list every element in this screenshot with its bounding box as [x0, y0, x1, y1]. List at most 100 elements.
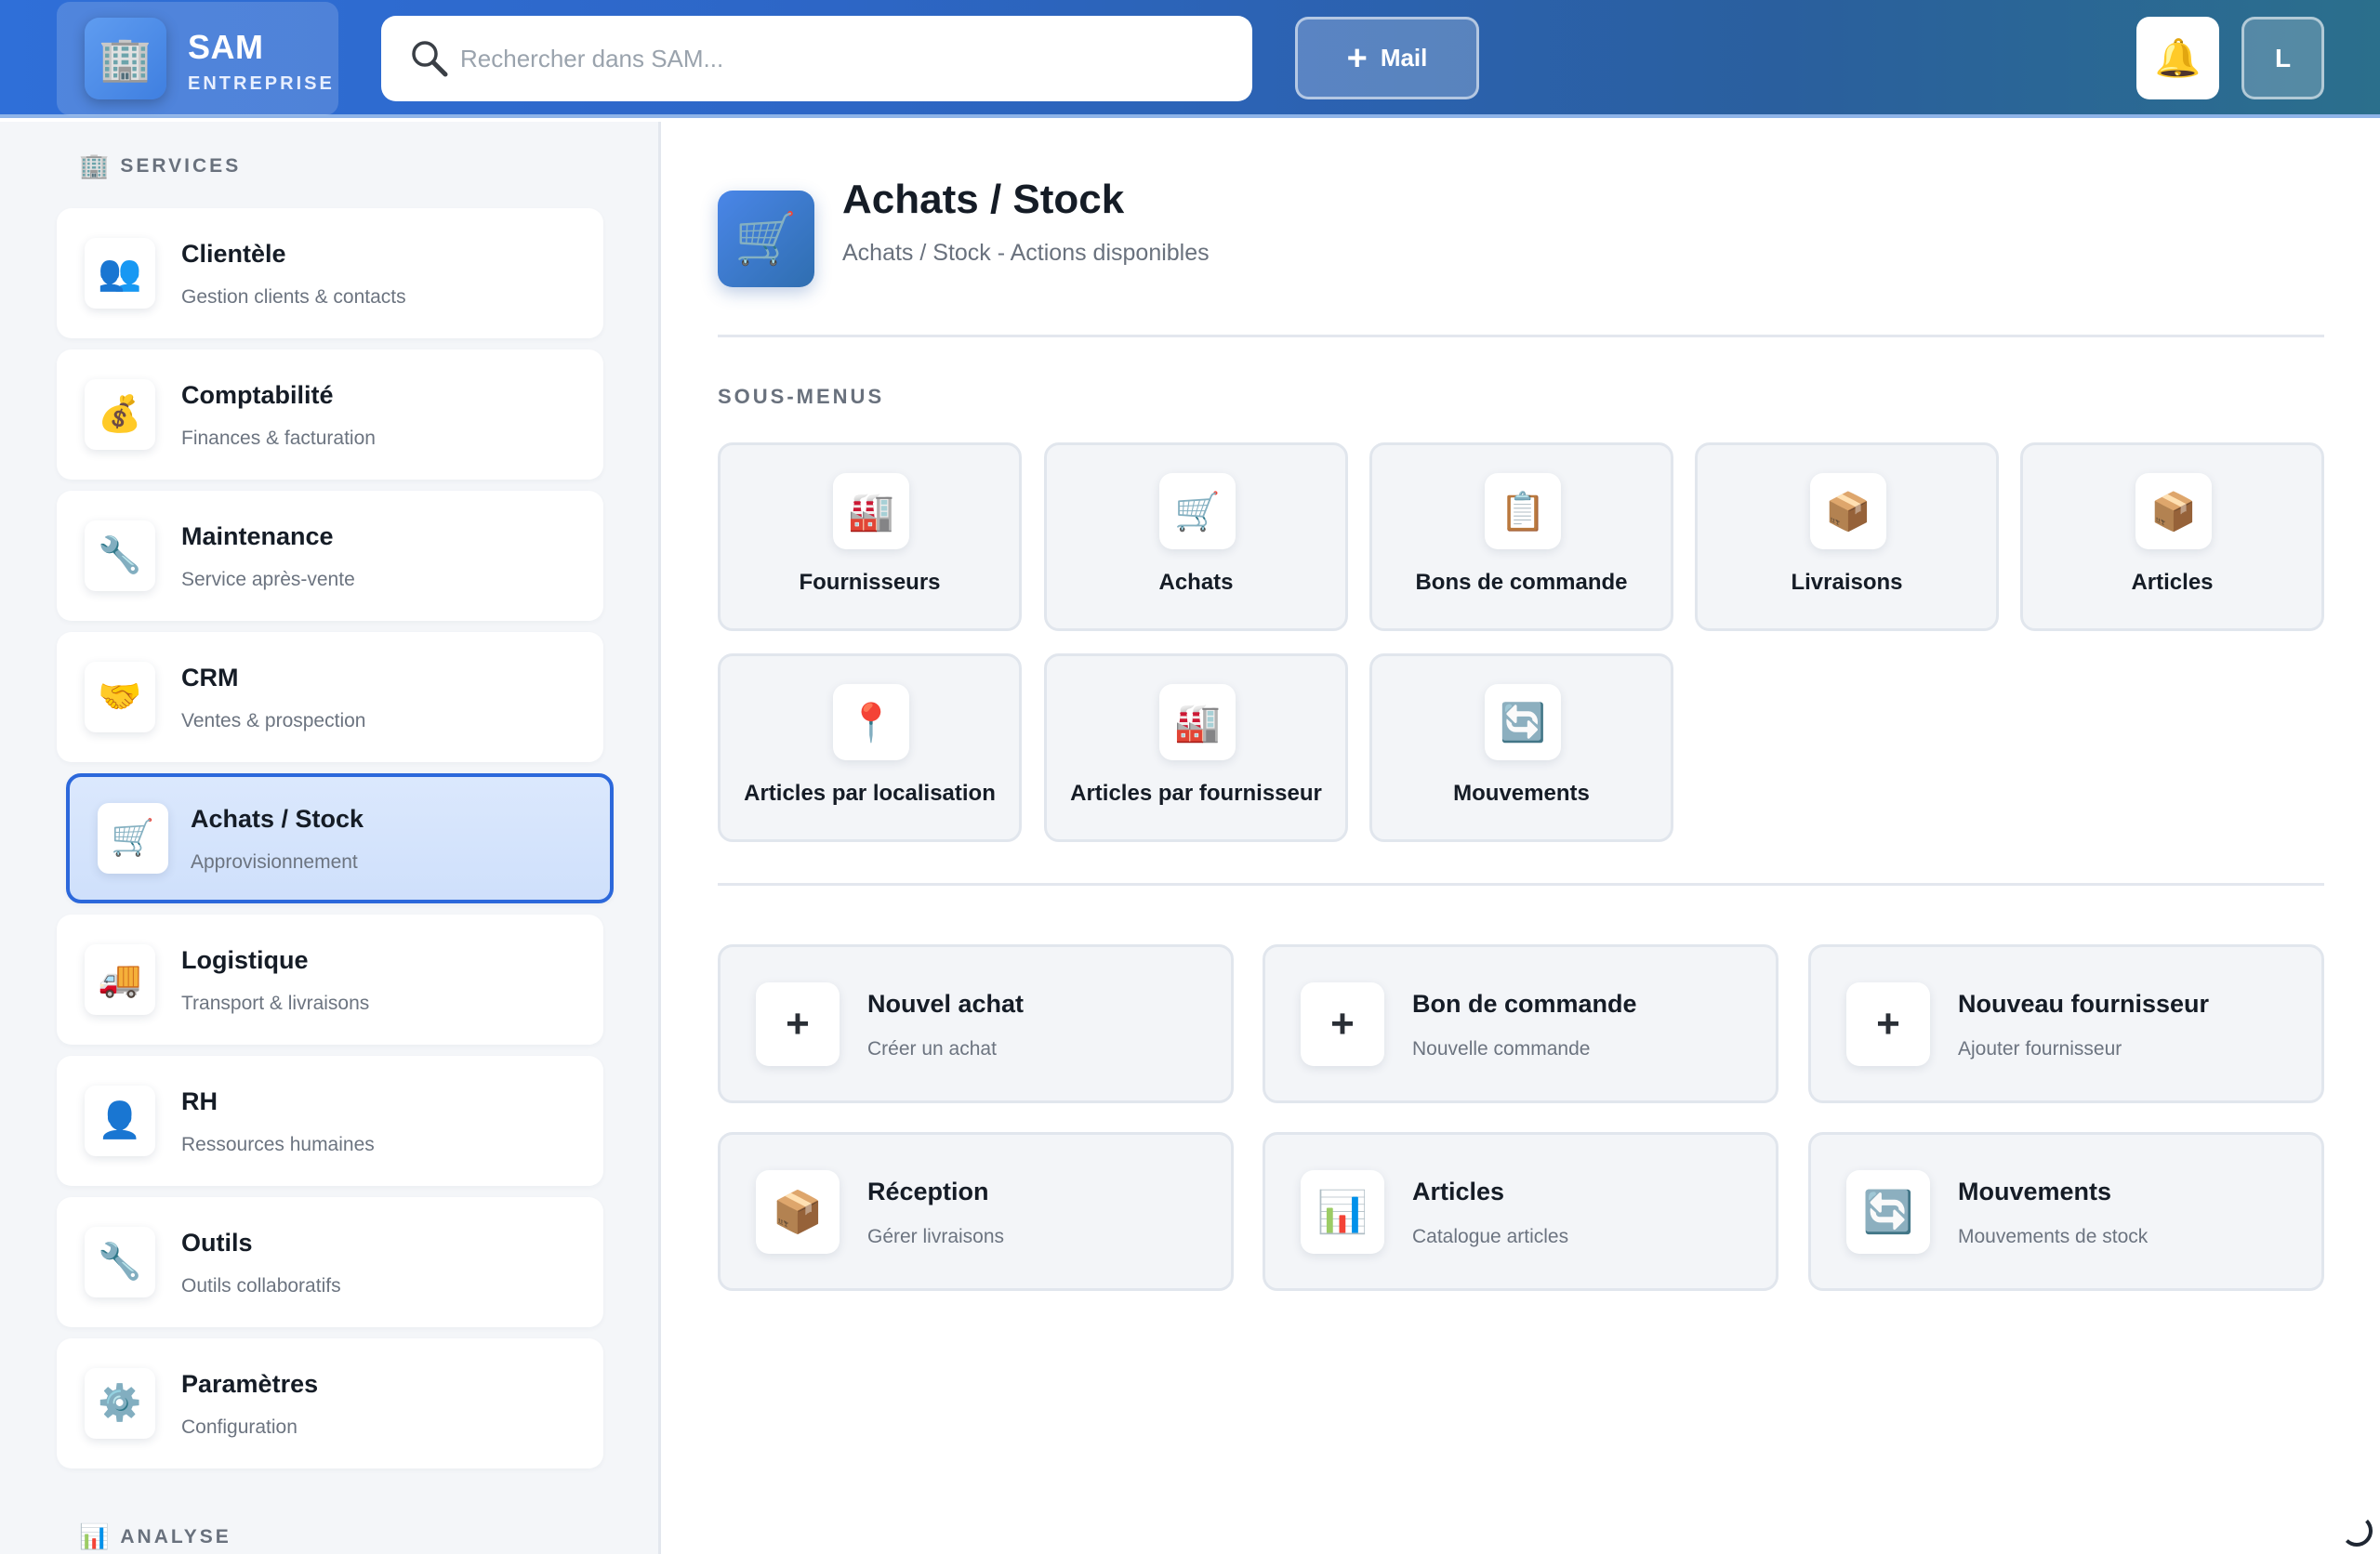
sidebar-item-subtitle: Ressources humaines [181, 1134, 375, 1155]
action-subtitle: Créer un achat [867, 1038, 997, 1060]
sidebar-section-services: 🏢 SERVICES [79, 151, 242, 179]
bar-chart-icon: 📊 [1301, 1170, 1384, 1254]
action-title: Nouveau fournisseur [1958, 990, 2210, 1018]
gear-icon: ⚙️ [85, 1368, 155, 1439]
action-title: Bon de commande [1412, 990, 1637, 1018]
cart-icon: 🛒 [98, 803, 168, 874]
sidebar-item-rh[interactable]: 👤 RH Ressources humaines [57, 1056, 603, 1186]
submenu-label: Articles par localisation [744, 781, 996, 806]
submenu-label: Achats [1158, 570, 1234, 595]
sidebar-item-maintenance[interactable]: 🔧 Maintenance Service après-vente [57, 491, 603, 621]
plus-icon: + [1846, 982, 1930, 1066]
pin-icon: 📍 [833, 684, 909, 760]
sidebar-item-title: Logistique [181, 946, 309, 974]
handshake-icon: 🤝 [85, 662, 155, 732]
sidebar-item-comptabilite[interactable]: 💰 Comptabilité Finances & facturation [57, 349, 603, 480]
action-title: Réception [867, 1178, 989, 1205]
action-subtitle: Gérer livraisons [867, 1226, 1005, 1247]
sidebar-item-title: Clientèle [181, 240, 286, 268]
submenus-heading: SOUS-MENUS [718, 385, 885, 408]
sidebar-item-subtitle: Approvisionnement [191, 851, 358, 873]
page-subtitle: Achats / Stock - Actions disponibles [842, 240, 1210, 266]
sidebar-item-title: CRM [181, 664, 239, 691]
page-title: Achats / Stock [842, 177, 1125, 222]
divider [718, 883, 2324, 886]
submenu-label: Livraisons [1791, 570, 1903, 595]
plus-icon: + [1301, 982, 1384, 1066]
sidebar-item-clientele[interactable]: 👥 Clientèle Gestion clients & contacts [57, 208, 603, 338]
action-nouvel-achat[interactable]: + Nouvel achat Créer un achat [718, 944, 1234, 1103]
bar-chart-icon: 📊 [79, 1522, 110, 1550]
submenu-articles[interactable]: 📦 Articles [2020, 442, 2324, 631]
sidebar-item-subtitle: Gestion clients & contacts [181, 286, 406, 308]
bell-icon: 🔔 [2154, 38, 2202, 79]
action-subtitle: Nouvelle commande [1412, 1038, 1591, 1060]
submenu-achats[interactable]: 🛒 Achats [1044, 442, 1348, 631]
sidebar-item-title: Comptabilité [181, 381, 334, 409]
action-nouveau-fournisseur[interactable]: + Nouveau fournisseur Ajouter fournisseu… [1808, 944, 2324, 1103]
search-box[interactable] [381, 16, 1252, 101]
submenu-articles-par-fournisseur[interactable]: 🏭 Articles par fournisseur [1044, 653, 1348, 842]
sidebar-item-achats-stock[interactable]: 🛒 Achats / Stock Approvisionnement [66, 773, 614, 903]
package-icon: 📦 [1810, 473, 1886, 549]
sidebar-item-subtitle: Ventes & prospection [181, 710, 366, 731]
building-icon: 🏢 [85, 18, 166, 99]
cart-icon: 🛒 [718, 191, 814, 287]
submenu-label: Mouvements [1453, 781, 1590, 806]
sidebar-item-title: Maintenance [181, 522, 334, 550]
sidebar-item-subtitle: Transport & livraisons [181, 993, 370, 1014]
truck-icon: 🚚 [85, 944, 155, 1015]
plus-icon: + [756, 982, 840, 1066]
submenu-label: Articles [2131, 570, 2214, 595]
brand-title: SAM [188, 28, 264, 66]
sidebar-item-title: Outils [181, 1229, 253, 1257]
user-avatar[interactable]: L [2241, 17, 2324, 99]
new-mail-button[interactable]: + Mail [1295, 17, 1479, 99]
refresh-icon: 🔄 [1846, 1170, 1930, 1254]
brand-subtitle: ENTREPRISE [188, 73, 335, 94]
submenu-mouvements[interactable]: 🔄 Mouvements [1369, 653, 1673, 842]
building-icon: 🏢 [79, 151, 110, 179]
notifications-button[interactable]: 🔔 [2136, 17, 2219, 99]
submenu-bons-de-commande[interactable]: 📋 Bons de commande [1369, 442, 1673, 631]
action-mouvements[interactable]: 🔄 Mouvements Mouvements de stock [1808, 1132, 2324, 1291]
loading-spinner-icon [2341, 1515, 2373, 1547]
package-icon: 📦 [2135, 473, 2212, 549]
action-subtitle: Ajouter fournisseur [1958, 1038, 2122, 1060]
submenu-livraisons[interactable]: 📦 Livraisons [1695, 442, 1999, 631]
divider [718, 335, 2324, 337]
sidebar-item-logistique[interactable]: 🚚 Logistique Transport & livraisons [57, 915, 603, 1045]
sidebar-item-title: Achats / Stock [191, 805, 364, 833]
action-bon-de-commande[interactable]: + Bon de commande Nouvelle commande [1263, 944, 1778, 1103]
cart-icon: 🛒 [1159, 473, 1236, 549]
wrench-icon: 🔧 [85, 1227, 155, 1297]
action-subtitle: Mouvements de stock [1958, 1226, 2149, 1247]
action-title: Articles [1412, 1178, 1505, 1205]
sidebar-item-outils[interactable]: 🔧 Outils Outils collaboratifs [57, 1197, 603, 1327]
sidebar-section-analyse: 📊 ANALYSE [79, 1522, 231, 1550]
factory-icon: 🏭 [1159, 684, 1236, 760]
submenu-fournisseurs[interactable]: 🏭 Fournisseurs [718, 442, 1022, 631]
action-articles[interactable]: 📊 Articles Catalogue articles [1263, 1132, 1778, 1291]
submenu-articles-par-localisation[interactable]: 📍 Articles par localisation [718, 653, 1022, 842]
mail-button-label: Mail [1380, 44, 1428, 72]
factory-icon: 🏭 [833, 473, 909, 549]
action-reception[interactable]: 📦 Réception Gérer livraisons [718, 1132, 1234, 1291]
brand-logo[interactable]: 🏢 SAM ENTREPRISE [57, 2, 338, 115]
refresh-icon: 🔄 [1485, 684, 1561, 760]
sidebar-item-parametres[interactable]: ⚙️ Paramètres Configuration [57, 1338, 603, 1468]
wrench-icon: 🔧 [85, 520, 155, 591]
sidebar-item-crm[interactable]: 🤝 CRM Ventes & prospection [57, 632, 603, 762]
package-icon: 📦 [756, 1170, 840, 1254]
money-bag-icon: 💰 [85, 379, 155, 450]
plus-icon: + [1346, 38, 1368, 78]
sidebar-item-subtitle: Configuration [181, 1416, 298, 1438]
sidebar-item-title: RH [181, 1087, 218, 1115]
search-icon [412, 41, 448, 77]
sidebar-item-subtitle: Finances & facturation [181, 428, 376, 449]
clipboard-icon: 📋 [1485, 473, 1561, 549]
search-input[interactable] [460, 34, 1223, 83]
top-bar: 🏢 SAM ENTREPRISE + Mail 🔔 L [0, 0, 2380, 118]
person-icon: 👤 [85, 1086, 155, 1156]
action-title: Mouvements [1958, 1178, 2112, 1205]
